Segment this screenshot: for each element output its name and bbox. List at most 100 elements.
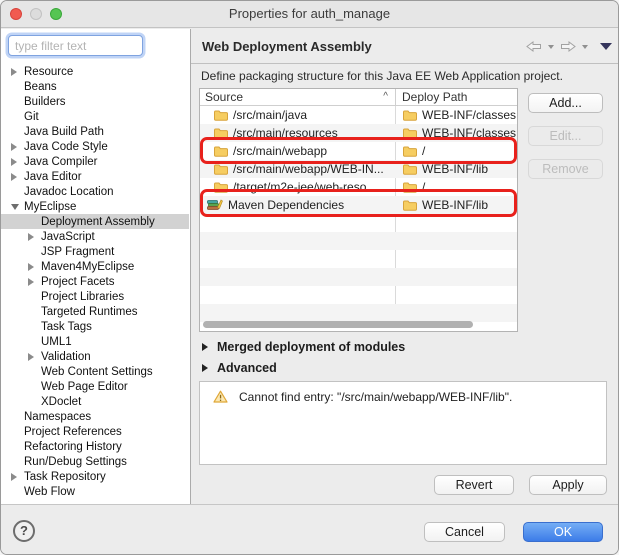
- page-description: Define packaging structure for this Java…: [201, 69, 563, 83]
- sidebar-item-javadoc-location[interactable]: Javadoc Location: [1, 184, 189, 199]
- back-history-caret-icon: [548, 45, 554, 49]
- expander-icon[interactable]: [28, 278, 41, 286]
- folder-icon: [214, 110, 228, 121]
- sidebar-item-java-code-style[interactable]: Java Code Style: [1, 139, 189, 154]
- deployment-assembly-table: Source ^ Deploy Path /src/main/java WEB-…: [199, 88, 518, 332]
- sidebar-item-myeclipse[interactable]: MyEclipse: [1, 199, 189, 214]
- add-button[interactable]: Add...: [528, 93, 603, 113]
- properties-dialog: Properties for auth_manage Resource Bean…: [0, 0, 619, 555]
- sidebar-item-maven4myeclipse[interactable]: Maven4MyEclipse: [1, 259, 189, 274]
- table-row-empty: [200, 250, 517, 268]
- sidebar-item-project-facets[interactable]: Project Facets: [1, 274, 189, 289]
- table-row-empty: [200, 304, 517, 322]
- sidebar-item-validation[interactable]: Validation: [1, 349, 189, 364]
- view-menu-icon[interactable]: [600, 43, 612, 50]
- sidebar-item-uml1[interactable]: UML1: [1, 334, 189, 349]
- expander-icon: [202, 364, 208, 372]
- titlebar: Properties for auth_manage: [1, 1, 618, 28]
- help-button[interactable]: ?: [13, 520, 35, 542]
- forward-history-caret-icon: [582, 45, 588, 49]
- sidebar-item-namespaces[interactable]: Namespaces: [1, 409, 189, 424]
- table-row[interactable]: /target/m2e-jee/web-reso... /: [200, 178, 517, 196]
- cancel-button[interactable]: Cancel: [424, 522, 505, 542]
- folder-icon: [403, 146, 417, 157]
- table-row-webapp[interactable]: /src/main/webapp /: [200, 142, 517, 160]
- table-row-empty: [200, 286, 517, 304]
- section-advanced[interactable]: Advanced: [202, 361, 277, 375]
- sidebar-item-refactoring-history[interactable]: Refactoring History: [1, 439, 189, 454]
- folder-icon: [403, 182, 417, 193]
- expander-icon: [202, 343, 208, 351]
- table-row[interactable]: /src/main/java WEB-INF/classes: [200, 106, 517, 124]
- horizontal-scrollbar[interactable]: [203, 321, 473, 328]
- sidebar-item-builders[interactable]: Builders: [1, 94, 189, 109]
- expander-icon[interactable]: [11, 158, 24, 166]
- revert-button[interactable]: Revert: [434, 475, 514, 495]
- table-row-empty: [200, 214, 517, 232]
- table-row-maven-dependencies[interactable]: Maven Dependencies WEB-INF/lib: [200, 196, 517, 214]
- sidebar-item-run-debug-settings[interactable]: Run/Debug Settings: [1, 454, 189, 469]
- sidebar: Resource Beans Builders Git Java Build P…: [1, 29, 191, 504]
- sidebar-item-java-editor[interactable]: Java Editor: [1, 169, 189, 184]
- maven-library-icon: [207, 199, 223, 211]
- page-header: Web Deployment Assembly: [191, 29, 619, 64]
- filter-input[interactable]: [8, 35, 143, 56]
- table-row-empty: [200, 232, 517, 250]
- back-arrow-icon: [526, 41, 542, 52]
- sidebar-item-web-content-settings[interactable]: Web Content Settings: [1, 364, 189, 379]
- expander-icon[interactable]: [11, 68, 24, 76]
- ok-button[interactable]: OK: [523, 522, 603, 542]
- problems-box: Cannot find entry: "/src/main/webapp/WEB…: [199, 381, 607, 465]
- sidebar-item-java-compiler[interactable]: Java Compiler: [1, 154, 189, 169]
- sidebar-item-task-repository[interactable]: Task Repository: [1, 469, 189, 484]
- sidebar-item-git[interactable]: Git: [1, 109, 189, 124]
- table-row-empty: [200, 268, 517, 286]
- page-title: Web Deployment Assembly: [202, 39, 372, 54]
- table-row[interactable]: /src/main/resources WEB-INF/classes: [200, 124, 517, 142]
- sidebar-item-web-flow[interactable]: Web Flow: [1, 484, 189, 499]
- sort-ascending-icon: ^: [383, 91, 388, 103]
- table-header: Source ^ Deploy Path: [200, 89, 517, 106]
- expander-icon[interactable]: [28, 263, 41, 271]
- folder-icon: [214, 182, 228, 193]
- apply-button[interactable]: Apply: [529, 475, 607, 495]
- preferences-tree: Resource Beans Builders Git Java Build P…: [1, 64, 189, 499]
- sidebar-item-resource[interactable]: Resource: [1, 64, 189, 79]
- sidebar-item-java-build-path[interactable]: Java Build Path: [1, 124, 189, 139]
- sidebar-item-web-page-editor[interactable]: Web Page Editor: [1, 379, 189, 394]
- forward-arrow-icon: [560, 41, 576, 52]
- table-rows: /src/main/java WEB-INF/classes /src/main…: [200, 106, 517, 322]
- expander-icon[interactable]: [28, 233, 41, 241]
- sidebar-item-task-tags[interactable]: Task Tags: [1, 319, 189, 334]
- table-row[interactable]: /src/main/webapp/WEB-IN... WEB-INF/lib: [200, 160, 517, 178]
- edit-button: Edit...: [528, 126, 603, 146]
- sidebar-item-beans[interactable]: Beans: [1, 79, 189, 94]
- sidebar-item-project-references[interactable]: Project References: [1, 424, 189, 439]
- expander-icon[interactable]: [28, 353, 41, 361]
- header-toolbar: [526, 41, 612, 52]
- folder-icon: [214, 128, 228, 139]
- warning-message: Cannot find entry: "/src/main/webapp/WEB…: [239, 390, 512, 404]
- expander-icon[interactable]: [11, 143, 24, 151]
- sidebar-item-jsp-fragment[interactable]: JSP Fragment: [1, 244, 189, 259]
- sidebar-item-project-libraries[interactable]: Project Libraries: [1, 289, 189, 304]
- warning-icon: [213, 390, 228, 403]
- section-merged-deployment[interactable]: Merged deployment of modules: [202, 340, 405, 354]
- folder-icon: [403, 110, 417, 121]
- sidebar-item-targeted-runtimes[interactable]: Targeted Runtimes: [1, 304, 189, 319]
- folder-icon: [403, 200, 417, 211]
- column-header-source[interactable]: Source ^: [200, 89, 395, 105]
- expander-icon[interactable]: [11, 173, 24, 181]
- sidebar-item-javascript[interactable]: JavaScript: [1, 229, 189, 244]
- dialog-footer: ? Cancel OK: [1, 504, 619, 555]
- sidebar-item-xdoclet[interactable]: XDoclet: [1, 394, 189, 409]
- expander-icon[interactable]: [11, 473, 24, 481]
- column-header-deploy-path[interactable]: Deploy Path: [395, 89, 517, 105]
- remove-button: Remove: [528, 159, 603, 179]
- folder-icon: [214, 146, 228, 157]
- expander-icon[interactable]: [11, 204, 24, 210]
- folder-icon: [214, 164, 228, 175]
- sidebar-item-deployment-assembly[interactable]: Deployment Assembly: [1, 214, 189, 229]
- folder-icon: [403, 164, 417, 175]
- folder-icon: [403, 128, 417, 139]
